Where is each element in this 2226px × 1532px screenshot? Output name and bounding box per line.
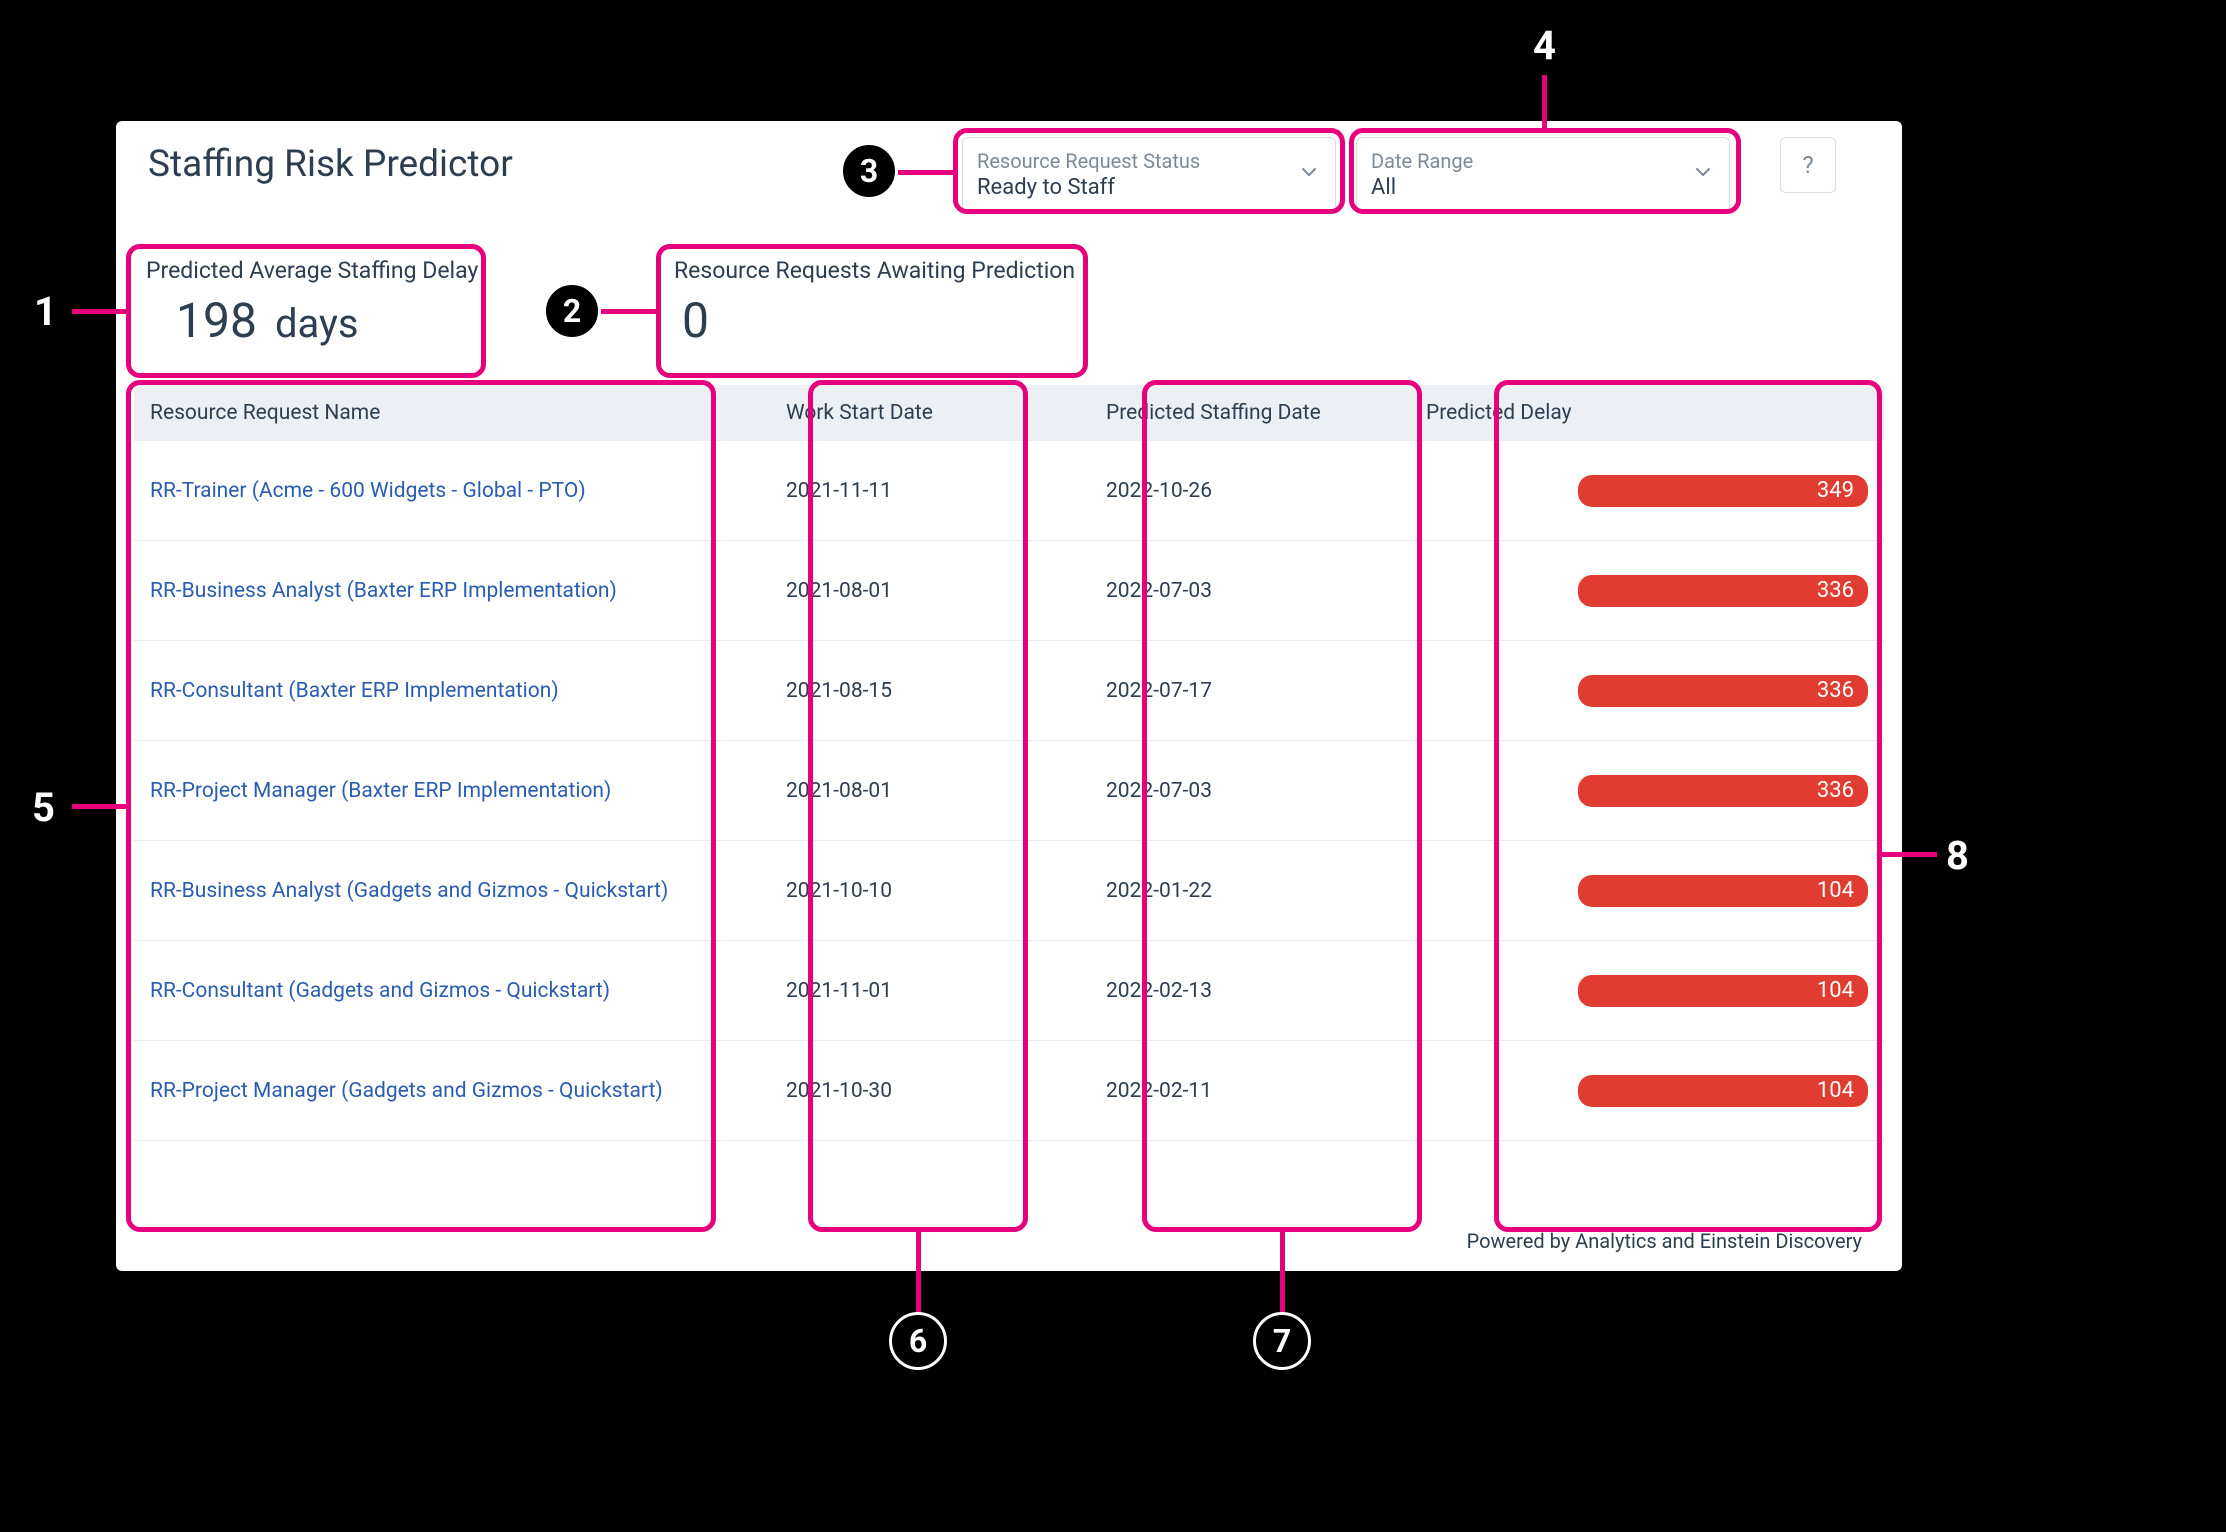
requests-table: Resource Request Name Work Start Date Pr…: [134, 385, 1884, 1141]
cell-predicted-staffing-date: 2022-07-03: [1090, 779, 1410, 803]
cell-predicted-delay: 104: [1410, 875, 1884, 907]
help-icon: ?: [1802, 151, 1813, 179]
cell-work-start-date: 2021-10-30: [770, 1079, 1090, 1103]
delay-pill: 104: [1578, 975, 1868, 1007]
cell-predicted-delay: 336: [1410, 775, 1884, 807]
cell-work-start-date: 2021-08-01: [770, 779, 1090, 803]
callout-label: 5: [32, 784, 55, 831]
callout-connector: [1280, 1232, 1285, 1312]
delay-pill: 336: [1578, 675, 1868, 707]
metric-awaiting-label: Resource Requests Awaiting Prediction: [664, 249, 1096, 284]
table-header-row: Resource Request Name Work Start Date Pr…: [134, 385, 1884, 441]
delay-pill: 349: [1578, 475, 1868, 507]
app-panel: Staffing Risk Predictor Resource Request…: [116, 121, 1902, 1271]
table-row: RR-Project Manager (Baxter ERP Implement…: [134, 741, 1884, 841]
cell-work-start-date: 2021-11-11: [770, 479, 1090, 503]
callout-connector: [601, 309, 656, 314]
callout-badge: 6: [889, 1312, 947, 1370]
cell-work-start-date: 2021-08-01: [770, 579, 1090, 603]
cell-predicted-staffing-date: 2022-07-17: [1090, 679, 1410, 703]
table-row: RR-Business Analyst (Baxter ERP Implemen…: [134, 541, 1884, 641]
filter-range-label: Date Range: [1371, 149, 1685, 173]
cell-request-name: RR-Consultant (Baxter ERP Implementation…: [134, 679, 770, 703]
callout-badge: 2: [543, 282, 601, 340]
table-row: RR-Trainer (Acme - 600 Widgets - Global …: [134, 441, 1884, 541]
col-header-delay[interactable]: Predicted Delay: [1410, 401, 1884, 425]
footer-powered-by: Powered by Analytics and Einstein Discov…: [1467, 1229, 1862, 1253]
cell-request-name: RR-Project Manager (Baxter ERP Implement…: [134, 779, 770, 803]
cell-predicted-staffing-date: 2022-01-22: [1090, 879, 1410, 903]
callout-connector: [916, 1232, 921, 1312]
callout-label: 8: [1946, 832, 1969, 879]
page-title: Staffing Risk Predictor: [148, 143, 513, 186]
request-link[interactable]: RR-Project Manager (Gadgets and Gizmos -…: [150, 1079, 663, 1103]
metric-awaiting-value: 0: [682, 292, 709, 349]
cell-request-name: RR-Business Analyst (Gadgets and Gizmos …: [134, 879, 770, 903]
callout-badge: 3: [840, 142, 898, 200]
cell-predicted-delay: 104: [1410, 1075, 1884, 1107]
table-row: RR-Business Analyst (Gadgets and Gizmos …: [134, 841, 1884, 941]
chevron-down-icon: [1693, 162, 1713, 186]
metric-avg-delay: Predicted Average Staffing Delay 198 day…: [136, 249, 568, 361]
filter-range-value: All: [1371, 175, 1685, 200]
cell-predicted-delay: 104: [1410, 975, 1884, 1007]
cell-request-name: RR-Consultant (Gadgets and Gizmos - Quic…: [134, 979, 770, 1003]
delay-pill: 104: [1578, 875, 1868, 907]
request-link[interactable]: RR-Business Analyst (Gadgets and Gizmos …: [150, 879, 668, 903]
cell-predicted-delay: 349: [1410, 475, 1884, 507]
request-link[interactable]: RR-Trainer (Acme - 600 Widgets - Global …: [150, 479, 586, 503]
callout-connector: [1542, 75, 1547, 130]
callout-badge: 7: [1253, 1312, 1311, 1370]
callout-connector: [898, 170, 953, 175]
delay-pill: 336: [1578, 575, 1868, 607]
delay-pill: 104: [1578, 1075, 1868, 1107]
metric-avg-delay-value: 198: [176, 292, 257, 349]
callout-label: 1: [34, 288, 57, 335]
cell-request-name: RR-Project Manager (Gadgets and Gizmos -…: [134, 1079, 770, 1103]
cell-predicted-staffing-date: 2022-02-11: [1090, 1079, 1410, 1103]
callout-label: 4: [1533, 22, 1556, 69]
cell-predicted-delay: 336: [1410, 675, 1884, 707]
cell-request-name: RR-Trainer (Acme - 600 Widgets - Global …: [134, 479, 770, 503]
help-button[interactable]: ?: [1780, 137, 1836, 193]
cell-work-start-date: 2021-11-01: [770, 979, 1090, 1003]
callout-connector: [1882, 852, 1937, 857]
callout-connector: [72, 804, 127, 809]
table-row: RR-Project Manager (Gadgets and Gizmos -…: [134, 1041, 1884, 1141]
metric-avg-delay-unit: days: [275, 300, 359, 347]
cell-request-name: RR-Business Analyst (Baxter ERP Implemen…: [134, 579, 770, 603]
filter-status-label: Resource Request Status: [977, 149, 1291, 173]
request-link[interactable]: RR-Business Analyst (Baxter ERP Implemen…: [150, 579, 617, 603]
cell-predicted-staffing-date: 2022-02-13: [1090, 979, 1410, 1003]
table-row: RR-Consultant (Gadgets and Gizmos - Quic…: [134, 941, 1884, 1041]
col-header-start[interactable]: Work Start Date: [770, 401, 1090, 425]
chevron-down-icon: [1299, 162, 1319, 186]
cell-predicted-staffing-date: 2022-07-03: [1090, 579, 1410, 603]
table-row: RR-Consultant (Baxter ERP Implementation…: [134, 641, 1884, 741]
col-header-pred[interactable]: Predicted Staffing Date: [1090, 401, 1410, 425]
metric-avg-delay-label: Predicted Average Staffing Delay: [136, 249, 568, 284]
delay-pill: 336: [1578, 775, 1868, 807]
callout-connector: [72, 309, 127, 314]
cell-predicted-delay: 336: [1410, 575, 1884, 607]
cell-work-start-date: 2021-10-10: [770, 879, 1090, 903]
request-link[interactable]: RR-Project Manager (Baxter ERP Implement…: [150, 779, 611, 803]
filter-status-value: Ready to Staff: [977, 175, 1291, 200]
request-link[interactable]: RR-Consultant (Baxter ERP Implementation…: [150, 679, 559, 703]
cell-predicted-staffing-date: 2022-10-26: [1090, 479, 1410, 503]
col-header-name[interactable]: Resource Request Name: [134, 401, 770, 425]
filter-resource-request-status[interactable]: Resource Request Status Ready to Staff: [962, 137, 1336, 211]
metric-awaiting: Resource Requests Awaiting Prediction 0: [664, 249, 1096, 361]
filter-date-range[interactable]: Date Range All: [1356, 137, 1730, 211]
cell-work-start-date: 2021-08-15: [770, 679, 1090, 703]
request-link[interactable]: RR-Consultant (Gadgets and Gizmos - Quic…: [150, 979, 610, 1003]
